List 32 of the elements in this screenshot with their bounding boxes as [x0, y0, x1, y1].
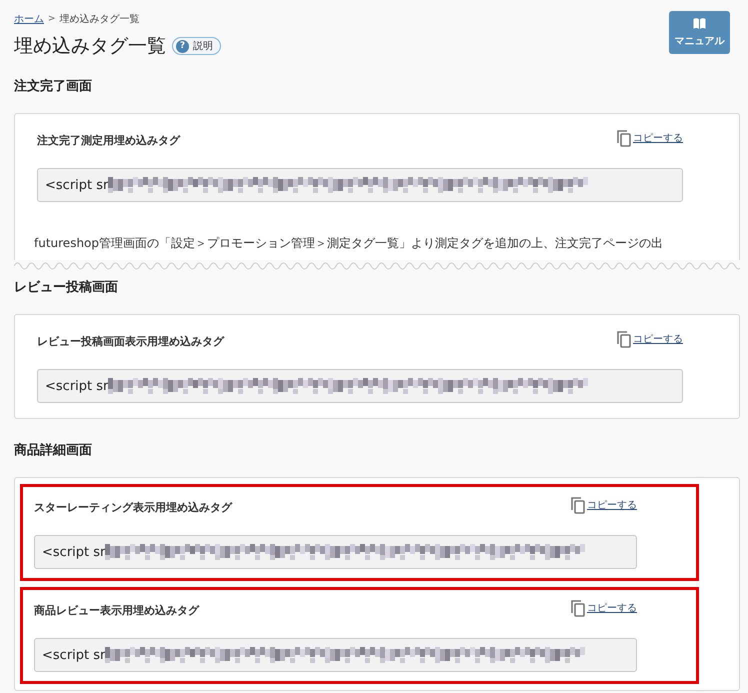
copy-icon [616, 129, 632, 147]
code-text: <script sr [42, 544, 106, 560]
code-field[interactable]: <script sr [37, 369, 683, 403]
book-icon [693, 18, 706, 28]
section-heading: 商品詳細画面 [14, 442, 93, 459]
copy-icon [616, 330, 632, 348]
tag-title: 注文完了測定用埋め込みタグ [37, 133, 180, 148]
copy-icon [570, 496, 586, 514]
copy-link[interactable]: コピーする [616, 330, 683, 348]
copy-link[interactable]: コピーする [570, 496, 637, 514]
section-heading: 注文完了画面 [14, 78, 93, 95]
code-text: <script sr [42, 648, 106, 662]
code-text: <script sr [45, 178, 108, 192]
code-text: <script sr [45, 378, 108, 394]
manual-button[interactable]: マニュアル [669, 11, 730, 54]
copy-link[interactable]: コピーする [616, 129, 683, 147]
tag-title: 商品レビュー表示用埋め込みタグ [34, 603, 199, 618]
breadcrumb-link[interactable]: ホーム [14, 12, 44, 26]
code-field[interactable]: <script sr [34, 535, 637, 569]
code-field[interactable]: <script sr [34, 638, 637, 672]
help-badge[interactable]: ? 説明 [172, 37, 221, 55]
code-field[interactable]: <script sr [37, 168, 683, 202]
copy-link[interactable]: コピーする [570, 599, 637, 617]
breadcrumb-separator: > [48, 14, 56, 24]
tag-title: スターレーティング表示用埋め込みタグ [34, 500, 232, 515]
instruction-text: futureshop管理画面の「設定＞プロモーション管理＞測定タグ一覧」より測定タグを追加の上、注文完了ページの出 [34, 235, 664, 252]
breadcrumb-current: 埋め込みタグ一覧 [60, 12, 140, 26]
page-title: 埋め込みタグ一覧 [14, 34, 166, 59]
section-heading: レビュー投稿画面 [14, 278, 119, 296]
copy-icon [570, 599, 586, 617]
help-icon: ? [176, 40, 189, 52]
tag-title: レビュー投稿画面表示用埋め込みタグ [37, 334, 224, 349]
